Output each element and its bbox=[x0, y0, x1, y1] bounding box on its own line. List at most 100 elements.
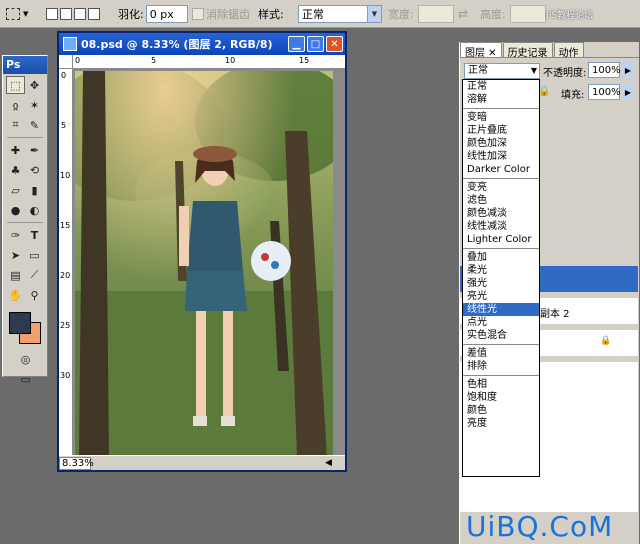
blend-mode-option[interactable]: 颜色加深 bbox=[463, 137, 539, 150]
move-tool-icon[interactable]: ✥ bbox=[25, 76, 44, 94]
scroll-right-icon[interactable]: ◀ bbox=[325, 458, 332, 468]
blend-mode-option[interactable]: 线性光 bbox=[463, 303, 539, 316]
blend-mode-option[interactable]: 饱和度 bbox=[463, 391, 539, 404]
blend-mode-option[interactable]: 叠加 bbox=[463, 251, 539, 264]
eraser-tool-icon[interactable]: ▱ bbox=[6, 181, 25, 199]
close-button[interactable]: ✕ bbox=[326, 36, 343, 52]
tab-layers[interactable]: 图层 ✕ bbox=[460, 42, 502, 59]
ruler-tick: 10 bbox=[225, 56, 236, 65]
layer-lock-icon: 🔒 bbox=[600, 336, 612, 346]
document-window: 08.psd @ 8.33% (图层 2, RGB/8) ▁ □ ✕ 0 5 1… bbox=[57, 31, 347, 472]
blend-mode-select[interactable]: 正常 ▼ bbox=[464, 63, 540, 79]
blend-mode-option[interactable]: 差值 bbox=[463, 347, 539, 360]
document-title-bar[interactable]: 08.psd @ 8.33% (图层 2, RGB/8) ▁ □ ✕ bbox=[59, 33, 345, 55]
ruler-left: 0 5 10 15 20 25 30 bbox=[59, 69, 73, 459]
intersect-selection-icon[interactable] bbox=[88, 8, 100, 20]
magic-wand-icon[interactable]: ✶ bbox=[25, 96, 44, 114]
ruler-tick: 15 bbox=[299, 56, 310, 65]
zoom-field[interactable]: 8.33% bbox=[59, 456, 94, 470]
foreground-color[interactable] bbox=[9, 312, 31, 334]
selection-mode-group bbox=[46, 0, 102, 28]
new-selection-icon[interactable] bbox=[46, 8, 58, 20]
marquee-tool-icon[interactable]: ⬚ bbox=[6, 76, 25, 94]
add-selection-icon[interactable] bbox=[60, 8, 72, 20]
feather-label: 羽化: bbox=[118, 8, 144, 21]
blend-mode-option[interactable]: 亮度 bbox=[463, 417, 539, 430]
clone-stamp-icon[interactable]: ♣ bbox=[6, 161, 25, 179]
fill-arrow-icon[interactable]: ▶ bbox=[622, 84, 634, 100]
blend-mode-option[interactable]: 强光 bbox=[463, 277, 539, 290]
healing-brush-icon[interactable]: ✚ bbox=[6, 141, 25, 159]
document-status-bar: 8.33% ◀ bbox=[59, 455, 345, 470]
ruler-tick: 0 bbox=[75, 56, 81, 65]
ruler-tick: 15 bbox=[60, 221, 71, 230]
ruler-tick: 30 bbox=[60, 371, 71, 380]
lasso-tool-icon[interactable]: ჲ bbox=[6, 96, 25, 114]
blend-mode-option[interactable]: 正片叠底 bbox=[463, 124, 539, 137]
blend-mode-option[interactable]: 颜色减淡 bbox=[463, 207, 539, 220]
blur-tool-icon[interactable]: ● bbox=[6, 201, 25, 219]
blend-mode-option[interactable]: 线性减淡 bbox=[463, 220, 539, 233]
height-label: 高度: bbox=[480, 8, 506, 21]
tab-actions[interactable]: 动作 bbox=[553, 42, 584, 59]
blend-mode-option[interactable]: 正常 bbox=[463, 80, 539, 93]
dodge-tool-icon[interactable]: ◐ bbox=[25, 201, 44, 219]
type-tool-icon[interactable]: T bbox=[25, 226, 44, 244]
opacity-input[interactable]: 100% bbox=[588, 62, 621, 78]
feather-input[interactable]: 0 px bbox=[145, 5, 188, 23]
maximize-button[interactable]: □ bbox=[307, 36, 324, 52]
blend-mode-option[interactable]: Darker Color bbox=[463, 163, 539, 176]
menu-separator bbox=[463, 248, 539, 249]
canvas-area[interactable] bbox=[73, 69, 345, 459]
blend-mode-option[interactable]: 溶解 bbox=[463, 93, 539, 106]
style-select[interactable]: 正常 ▼ bbox=[298, 5, 382, 23]
shape-tool-icon[interactable]: ▭ bbox=[25, 246, 44, 264]
blend-mode-option[interactable]: 滤色 bbox=[463, 194, 539, 207]
history-brush-icon[interactable]: ⟲ bbox=[25, 161, 44, 179]
blend-mode-option[interactable]: 亮光 bbox=[463, 290, 539, 303]
watermark-top: PS教程论坛 bbox=[546, 11, 594, 21]
notes-tool-icon[interactable]: ▤ bbox=[6, 266, 25, 284]
slice-tool-icon[interactable]: ✎ bbox=[25, 116, 44, 134]
pen-tool-icon[interactable]: ✑ bbox=[6, 226, 25, 244]
tab-history[interactable]: 历史记录 bbox=[502, 42, 553, 59]
ruler-corner bbox=[59, 55, 73, 69]
blend-mode-option[interactable]: 点光 bbox=[463, 316, 539, 329]
path-selection-icon[interactable]: ➤ bbox=[6, 246, 25, 264]
blend-mode-option[interactable]: 线性加深 bbox=[463, 150, 539, 163]
eyedropper-icon[interactable]: ⟋ bbox=[25, 266, 44, 284]
gradient-tool-icon[interactable]: ▮ bbox=[25, 181, 44, 199]
swap-icon[interactable]: ⇄ bbox=[458, 7, 468, 21]
blend-mode-option[interactable]: 变亮 bbox=[463, 181, 539, 194]
toolbox-header: Ps bbox=[3, 56, 47, 74]
blend-mode-option[interactable]: 柔光 bbox=[463, 264, 539, 277]
style-label: 样式: bbox=[258, 8, 284, 21]
blend-mode-option[interactable]: 实色混合 bbox=[463, 329, 539, 342]
minimize-button[interactable]: ▁ bbox=[288, 36, 305, 52]
hand-tool-icon[interactable]: ✋ bbox=[6, 286, 25, 304]
opacity-arrow-icon[interactable]: ▶ bbox=[622, 62, 634, 78]
brush-tool-icon[interactable]: ✒ bbox=[25, 141, 44, 159]
blend-mode-option[interactable]: Lighter Color bbox=[463, 233, 539, 246]
subtract-selection-icon[interactable] bbox=[74, 8, 86, 20]
blend-mode-option[interactable]: 排除 bbox=[463, 360, 539, 373]
quick-mask-icon[interactable]: ◎ bbox=[16, 350, 35, 368]
tab-layers-label: 图层 bbox=[465, 48, 485, 59]
options-bar: ▼ 羽化: 0 px 消除锯齿 样式: 正常 ▼ 宽度: ⇄ 高度: bbox=[0, 0, 640, 28]
antialias-checkbox[interactable] bbox=[192, 8, 204, 20]
marquee-tool-preset[interactable]: ▼ bbox=[6, 0, 28, 28]
crop-tool-icon[interactable]: ⌗ bbox=[6, 116, 25, 134]
layer-name: 副本 2 bbox=[540, 309, 570, 320]
photo-image bbox=[75, 71, 333, 457]
antialias-label: 消除锯齿 bbox=[206, 8, 250, 21]
photo-canvas[interactable] bbox=[75, 71, 333, 457]
fill-input[interactable]: 100% bbox=[588, 84, 621, 100]
zoom-tool-icon[interactable]: ⚲ bbox=[25, 286, 44, 304]
color-swatches bbox=[3, 308, 47, 348]
blend-mode-option[interactable]: 变暗 bbox=[463, 111, 539, 124]
height-input[interactable] bbox=[509, 5, 546, 23]
blend-mode-option[interactable]: 色相 bbox=[463, 378, 539, 391]
screen-mode-icon[interactable]: ▭ bbox=[16, 370, 35, 388]
blend-mode-option[interactable]: 颜色 bbox=[463, 404, 539, 417]
width-input[interactable] bbox=[417, 5, 454, 23]
